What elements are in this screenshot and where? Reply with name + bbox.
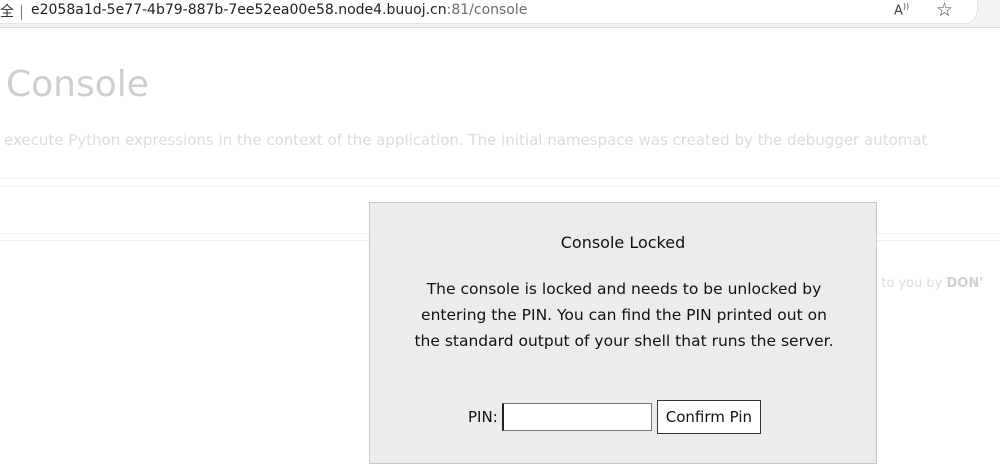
security-indicator[interactable]: 全 (0, 1, 14, 21)
pin-input[interactable] (501, 403, 652, 431)
browser-toolbar: 全 e2058a1d-5e77-4b79-887b-7ee52ea00e58.n… (0, 0, 1000, 28)
confirm-pin-button[interactable]: Confirm Pin (656, 400, 762, 434)
divider (0, 186, 1000, 187)
address-divider (21, 5, 22, 20)
url-port-path: :81/console (446, 2, 528, 18)
pin-label: PIN: (468, 408, 498, 426)
dialog-title: Console Locked (560, 233, 686, 252)
divider (0, 178, 1000, 179)
read-aloud-icon[interactable]: A)) (894, 2, 909, 18)
page-description: execute Python expressions in the contex… (4, 131, 928, 149)
url-text[interactable]: e2058a1d-5e77-4b79-887b-7ee52ea00e58.nod… (31, 2, 527, 18)
pin-form: PIN: Confirm Pin (468, 400, 762, 434)
page-title: Console (6, 64, 149, 105)
address-bar[interactable]: 全 e2058a1d-5e77-4b79-887b-7ee52ea00e58.n… (0, 0, 978, 24)
footer-text-bold: DON' (946, 276, 984, 291)
dialog-message: The console is locked and needs to be un… (414, 280, 834, 350)
url-host: e2058a1d-5e77-4b79-887b-7ee52ea00e58.nod… (31, 2, 447, 18)
console-locked-dialog: Console Locked The console is locked and… (369, 202, 877, 464)
footer-text-prefix: t to you by (872, 276, 947, 291)
star-outline-icon[interactable]: ☆ (936, 0, 953, 21)
footer-text: t to you by DON' (872, 276, 983, 291)
